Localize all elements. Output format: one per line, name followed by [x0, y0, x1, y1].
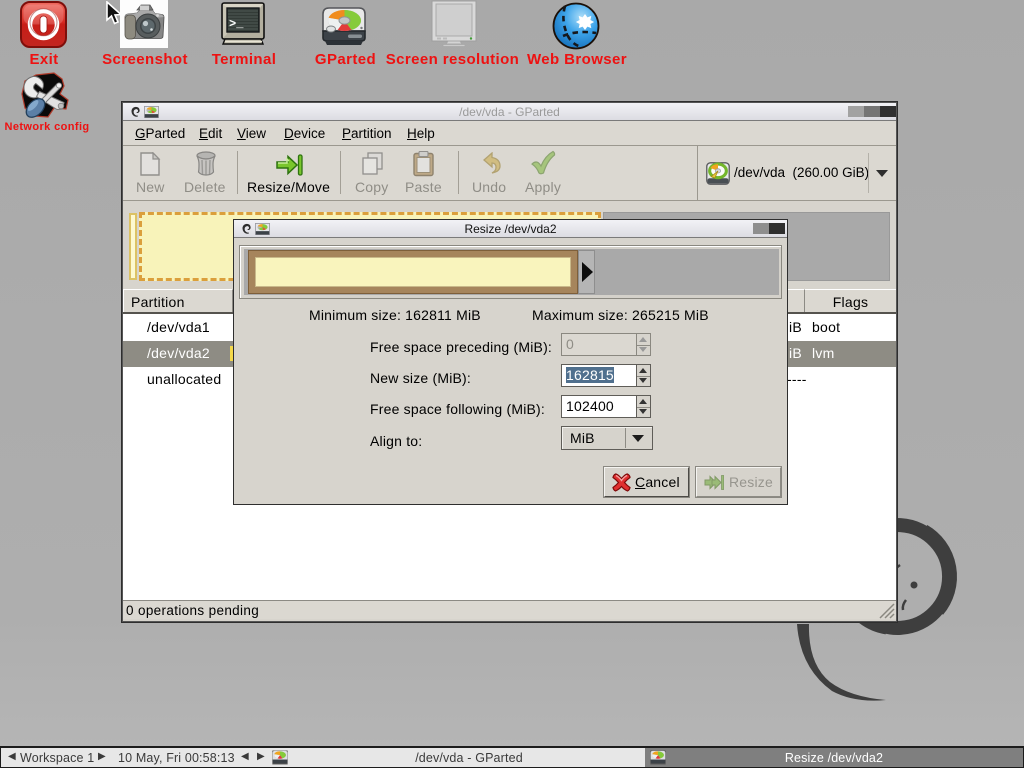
- svg-text:>_: >_: [229, 17, 244, 31]
